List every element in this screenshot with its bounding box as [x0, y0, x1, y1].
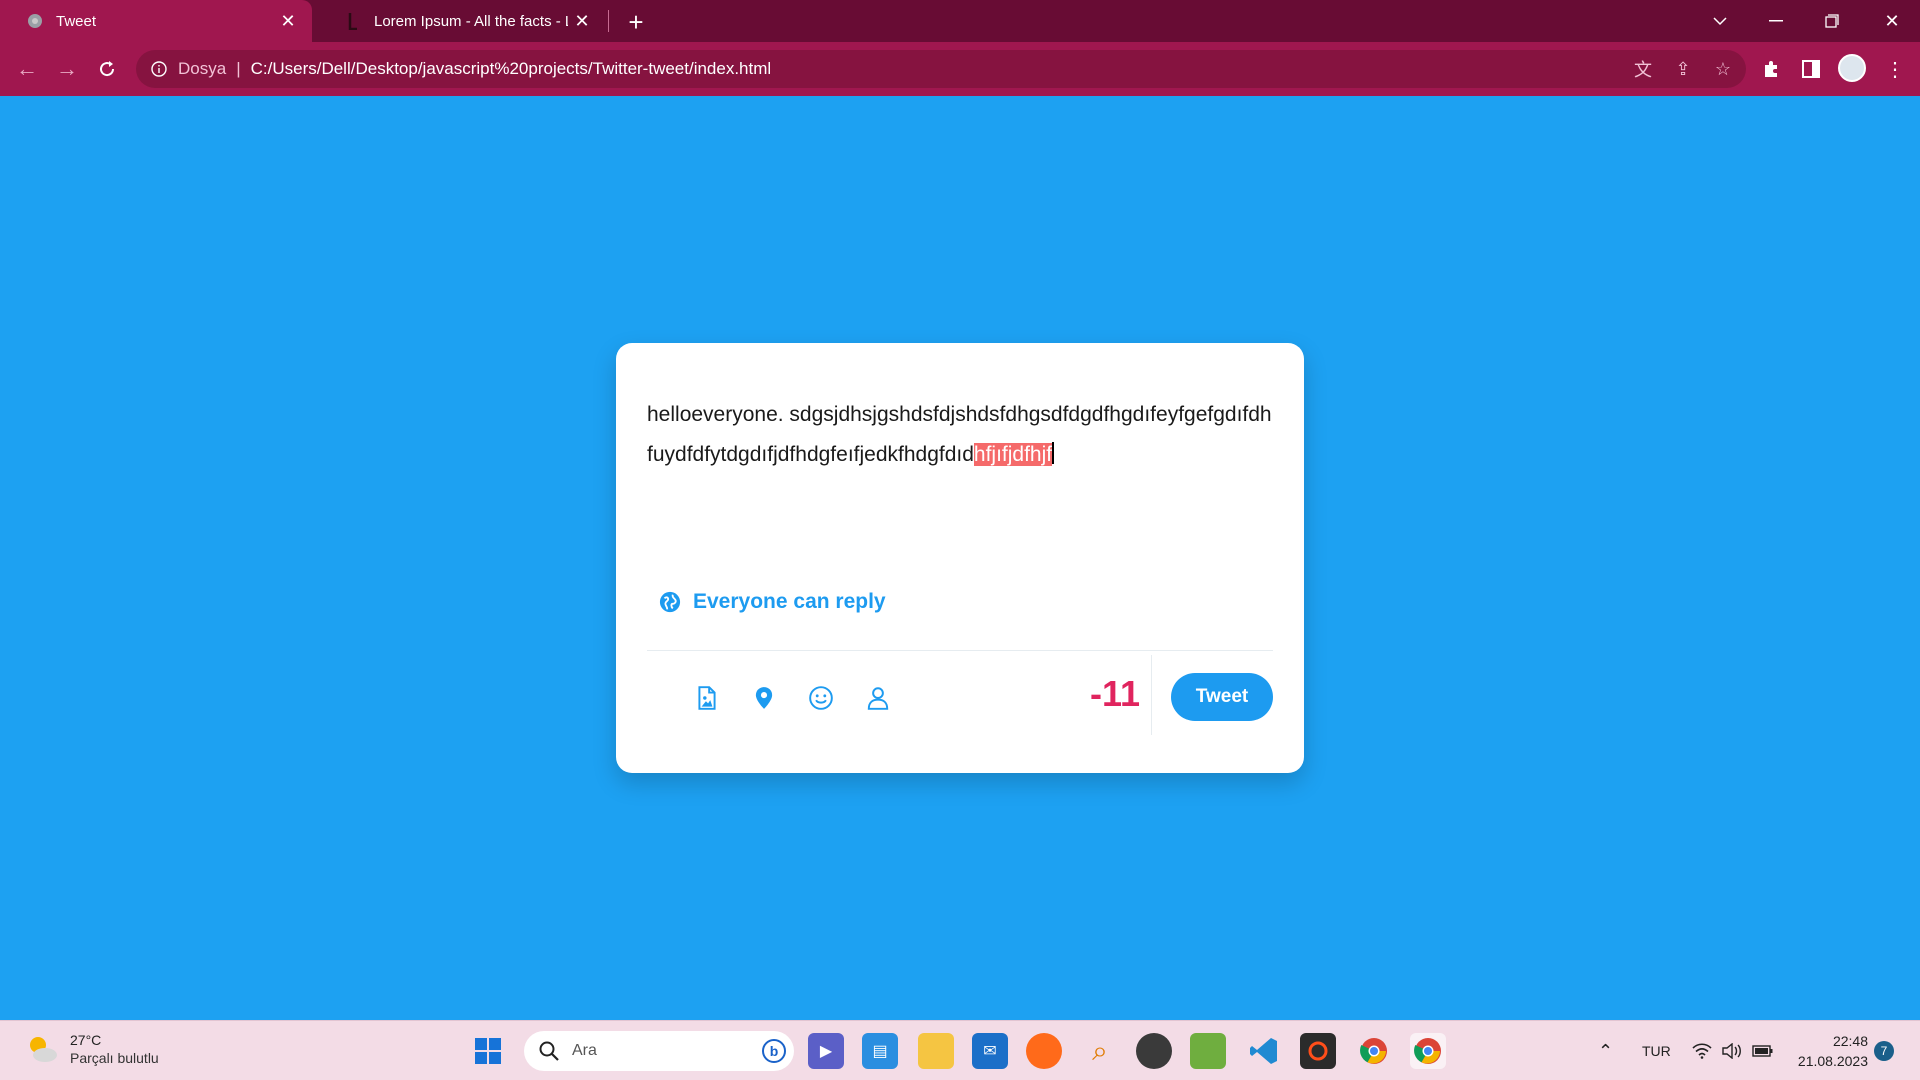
search-icon [539, 1041, 559, 1061]
chrome-icon[interactable] [1356, 1033, 1392, 1069]
tweet-textarea[interactable]: helloeveryone. sdgsjdhsjgshdsfdjshdsfdhg… [647, 395, 1273, 475]
address-separator: | [236, 59, 241, 78]
weather-temp: 27°C [70, 1032, 102, 1048]
weather-desc: Parçalı bulutlu [70, 1050, 159, 1066]
new-tab-button[interactable]: + [620, 6, 652, 38]
tab-search-chevron-icon[interactable] [1692, 0, 1748, 42]
info-icon[interactable] [150, 60, 168, 78]
tweet-text-over-limit: hfjıfjdfhjf [973, 443, 1053, 466]
weather-widget[interactable]: 27°C Parçalı bulutlu [24, 1031, 159, 1067]
vscode-icon[interactable] [1246, 1033, 1282, 1069]
close-window-icon[interactable]: ✕ [1864, 0, 1920, 42]
wifi-icon[interactable] [1692, 1021, 1712, 1080]
text-caret [1052, 442, 1055, 464]
clock-date: 21.08.2023 [1797, 1053, 1868, 1069]
store-icon[interactable]: ▤ [862, 1033, 898, 1069]
tab-lorem-ipsum[interactable]: Lorem Ipsum - All the facts - Lips ✕ [318, 0, 606, 42]
user-tag-icon[interactable] [860, 680, 896, 716]
tab-strip: Tweet ✕ Lorem Ipsum - All the facts - Li… [0, 0, 1920, 42]
tab-divider [608, 10, 609, 32]
battery-icon[interactable] [1752, 1021, 1774, 1080]
composer-divider [647, 650, 1273, 651]
search-app-icon[interactable]: ⌕ [1082, 1033, 1118, 1069]
record-icon[interactable] [1300, 1033, 1336, 1069]
side-panel-icon[interactable] [1798, 56, 1824, 82]
browser-toolbar: ← → Dosya | C:/Users/Dell/Desktop/javasc… [0, 42, 1920, 96]
chrome-profile-icon[interactable] [1410, 1033, 1446, 1069]
partly-cloudy-icon [30, 1037, 57, 1062]
location-pin-icon[interactable] [746, 680, 782, 716]
volume-icon[interactable] [1722, 1021, 1744, 1080]
counter-separator [1151, 655, 1152, 735]
file-explorer-icon[interactable] [918, 1033, 954, 1069]
globe-icon [659, 591, 681, 613]
obs-icon[interactable] [1136, 1033, 1172, 1069]
tab-title: Tweet [56, 12, 97, 30]
input-language[interactable]: TUR [1642, 1021, 1671, 1080]
taskbar: 27°C Parçalı bulutlu Ara b ▶ ▤ ✉ ⌕ ⌃ TUR… [0, 1020, 1920, 1080]
reload-icon[interactable] [90, 52, 124, 86]
restore-icon[interactable] [1804, 0, 1860, 42]
image-icon[interactable] [689, 680, 725, 716]
tweet-composer-card: helloeveryone. sdgsjdhsjgshdsfdjshdsfdhg… [616, 343, 1304, 773]
omnibox-actions: 文 ⇪ ☆ [1632, 58, 1734, 81]
clock-time: 22:48 [1832, 1033, 1868, 1049]
translate-icon[interactable]: 文 [1632, 58, 1654, 80]
tab-tweet[interactable]: Tweet ✕ [0, 0, 312, 42]
notification-badge[interactable]: 7 [1874, 1041, 1894, 1061]
extensions-icon[interactable] [1758, 56, 1784, 82]
lipsum-favicon-icon [344, 12, 362, 30]
forward-arrow-icon[interactable]: → [50, 52, 84, 86]
bing-icon[interactable]: b [762, 1039, 786, 1063]
share-icon[interactable]: ⇪ [1672, 58, 1694, 80]
reply-setting[interactable]: Everyone can reply [659, 590, 886, 614]
emoji-smile-icon[interactable] [803, 680, 839, 716]
scheme-label: Dosya [178, 59, 227, 78]
teams-icon[interactable]: ▶ [808, 1033, 844, 1069]
tweet-text-within-limit: helloeveryone. sdgsjdhsjgshdsfdjshdsfdhg… [647, 403, 1272, 466]
character-counter: -11 [1089, 673, 1140, 714]
taskbar-search[interactable]: Ara b [524, 1031, 794, 1071]
close-tab-icon[interactable]: ✕ [568, 7, 596, 35]
url-text[interactable]: C:/Users/Dell/Desktop/javascript%20proje… [251, 59, 772, 79]
show-hidden-icons-chevron-icon[interactable]: ⌃ [1598, 1021, 1613, 1080]
system-clock[interactable]: 22:48 21.08.2023 [1788, 1031, 1868, 1071]
tweet-button[interactable]: Tweet [1171, 673, 1273, 721]
profile-avatar[interactable] [1838, 54, 1866, 82]
globe-favicon-icon [26, 12, 44, 30]
start-icon[interactable] [470, 1033, 506, 1069]
tab-title: Lorem Ipsum - All the facts - Lips [374, 12, 568, 30]
close-tab-icon[interactable]: ✕ [274, 7, 302, 35]
paint-icon[interactable] [1190, 1033, 1226, 1069]
bookmark-star-icon[interactable]: ☆ [1712, 58, 1734, 80]
firefox-icon[interactable] [1026, 1033, 1062, 1069]
search-placeholder: Ara [572, 1042, 597, 1059]
back-arrow-icon[interactable]: ← [10, 52, 44, 86]
address-bar[interactable]: Dosya | C:/Users/Dell/Desktop/javascript… [136, 50, 1746, 88]
minimize-icon[interactable] [1748, 0, 1804, 42]
mail-icon[interactable]: ✉ [972, 1033, 1008, 1069]
reply-label: Everyone can reply [693, 590, 886, 613]
menu-dots-icon[interactable]: ⋮ [1882, 56, 1908, 82]
